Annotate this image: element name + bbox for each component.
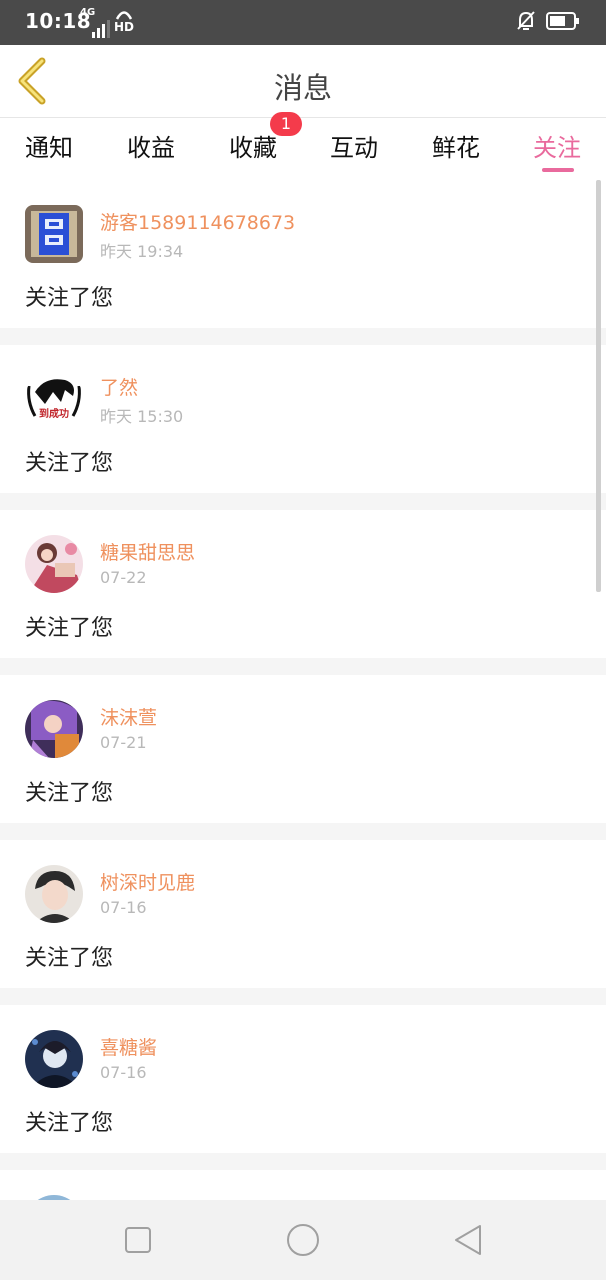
avatar-image (25, 865, 83, 923)
tab-interaction[interactable]: 互动 (330, 128, 378, 163)
timestamp: 07-16 (100, 898, 147, 917)
page-title: 消息 (273, 71, 332, 105)
list-item[interactable]: 糖果甜思思 07-22 关注了您 (0, 510, 606, 658)
avatar-image (25, 700, 83, 758)
list-item[interactable]: 沫沫萱 07-21 关注了您 (0, 675, 606, 823)
list-item[interactable]: 游客1589114678673 昨天 19:34 关注了您 (0, 180, 606, 328)
username[interactable]: 喜糖酱 (100, 1033, 157, 1060)
username[interactable]: 游客1589114678673 (100, 208, 295, 235)
avatar-image (25, 535, 83, 593)
bell-off-icon (517, 11, 535, 30)
message-text: 关注了您 (25, 1111, 114, 1136)
message-text: 关注了您 (25, 781, 114, 806)
list-item[interactable]: 喜糖酱 07-16 关注了您 (0, 1005, 606, 1153)
username[interactable]: 糖果甜思思 (100, 538, 195, 565)
scrollbar[interactable] (596, 180, 601, 592)
username[interactable]: 树深时见鹿 (100, 868, 195, 895)
timestamp: 昨天 15:30 (100, 407, 184, 426)
tab-favorites[interactable]: 收藏 (229, 128, 277, 163)
favorites-badge: 1 (270, 112, 302, 136)
signal-icon (92, 20, 110, 38)
avatar[interactable] (25, 1030, 83, 1088)
list-item-partial[interactable] (0, 1170, 606, 1200)
signal-label: 4G (80, 7, 96, 18)
timestamp: 07-21 (100, 733, 147, 752)
timestamp: 07-22 (100, 568, 147, 587)
list-item[interactable]: 树深时见鹿 07-16 关注了您 (0, 840, 606, 988)
avatar-image (25, 1030, 83, 1088)
wifi-call-icon (115, 11, 133, 20)
triangle-back-icon[interactable] (448, 1220, 488, 1260)
username[interactable]: 了然 (100, 373, 138, 400)
message-text: 关注了您 (25, 616, 114, 641)
avatar-image: 到成功 (25, 370, 83, 428)
message-text: 关注了您 (25, 286, 114, 311)
avatar[interactable]: 到成功 (25, 370, 83, 428)
avatar-image (25, 205, 83, 263)
message-list: 游客1589114678673 昨天 19:34 关注了您 到成功 了然 昨天 … (0, 180, 606, 1200)
tab-active-indicator (542, 168, 574, 172)
list-item[interactable]: 到成功 了然 昨天 15:30 关注了您 (0, 345, 606, 493)
timestamp: 07-16 (100, 1063, 147, 1082)
network-label: HD (114, 20, 135, 34)
tab-bar: 通知 收益 收藏 互动 鲜花 关注 (0, 118, 606, 180)
status-bar: 10:18 4G HD (0, 0, 606, 45)
tab-flowers[interactable]: 鲜花 (432, 128, 480, 163)
avatar[interactable] (25, 865, 83, 923)
avatar-caption: 到成功 (39, 407, 69, 420)
header: 消息 (0, 45, 606, 118)
avatar[interactable] (25, 205, 83, 263)
tab-follow[interactable]: 关注 (533, 128, 581, 163)
message-text: 关注了您 (25, 946, 114, 971)
square-icon[interactable] (118, 1220, 158, 1260)
tab-notify[interactable]: 通知 (25, 128, 73, 163)
battery-icon (546, 12, 579, 30)
timestamp: 昨天 19:34 (100, 242, 184, 261)
circle-icon[interactable] (283, 1220, 323, 1260)
message-text: 关注了您 (25, 451, 114, 476)
avatar[interactable] (25, 700, 83, 758)
system-nav-bar (0, 1200, 606, 1280)
avatar[interactable] (25, 535, 83, 593)
username[interactable]: 沫沫萱 (100, 703, 157, 730)
tab-earnings[interactable]: 收益 (127, 128, 175, 163)
